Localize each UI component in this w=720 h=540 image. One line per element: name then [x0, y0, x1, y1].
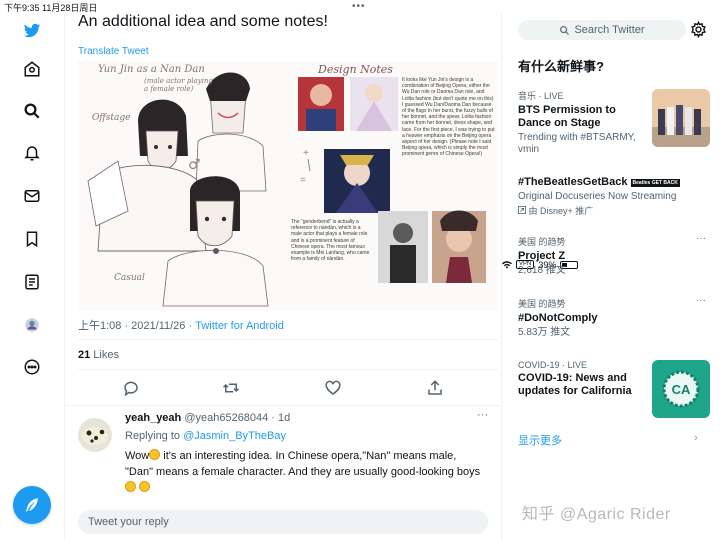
- feather-quill-icon: [26, 498, 38, 512]
- reply-text: Wow it's an interesting idea. In Chinese…: [125, 448, 485, 496]
- chevron-right-icon: ›: [694, 432, 698, 444]
- svg-text:=: =: [300, 175, 306, 186]
- share-icon[interactable]: [426, 379, 444, 397]
- reply-more-options-icon[interactable]: ···: [477, 409, 488, 421]
- notifications-bell-icon[interactable]: [20, 141, 44, 165]
- home-icon[interactable]: [20, 57, 44, 81]
- search-icon: [560, 25, 570, 35]
- reply-display-name[interactable]: yeah_yeah: [125, 412, 181, 424]
- tweet-detail-column: An additional idea and some notes! Trans…: [65, 13, 502, 540]
- trend-item[interactable]: 音乐 · LIVE BTS Permission to Dance on Sta…: [518, 89, 710, 156]
- svg-text:+: +: [303, 148, 309, 159]
- reply-avatar[interactable]: [78, 418, 112, 452]
- trend-item[interactable]: 美国 的趋势 ··· Project Z 2,618 推文: [518, 233, 710, 277]
- search-placeholder: Search Twitter: [574, 24, 645, 36]
- trend-topic-text: #TheBeatlesGetBack: [518, 176, 628, 188]
- trend-topic: Project Z: [518, 250, 566, 262]
- reply-handle-time: @yeah65268044 · 1d: [181, 412, 291, 424]
- bookmarks-icon[interactable]: [20, 227, 44, 251]
- tweet-media-image[interactable]: ♂ + = Yun Jin as a Nan Dan (male actor p…: [78, 61, 498, 311]
- trend-tweet-count: 5.83万 推文: [518, 327, 571, 338]
- trend-topic: #TheBeatlesGetBack Beatles GET BACK: [518, 176, 710, 189]
- tweet-text: An additional idea and some notes!: [78, 13, 328, 30]
- reply-icon[interactable]: [122, 379, 140, 397]
- svg-text:♂: ♂: [188, 157, 201, 173]
- trend-topic: BTS Permission to Dance on Stage: [518, 104, 616, 129]
- tweet-reply-composer[interactable]: Tweet your reply: [78, 510, 488, 534]
- divider: [78, 369, 498, 370]
- trend-topic: #DoNotComply: [518, 312, 598, 324]
- design-note-genderbend-text: The "genderbend" is actually a reference…: [291, 219, 370, 263]
- trend-meta: 美国 的趋势: [518, 237, 566, 247]
- tweet-timestamp: 上午1:08 · 2021/11/26 · Twitter for Androi…: [78, 317, 284, 333]
- search-twitter-input[interactable]: Search Twitter: [518, 20, 686, 40]
- promoted-icon: [518, 206, 526, 214]
- trend-topic: COVID-19: News and updates for Californi…: [518, 372, 632, 397]
- multitask-dots[interactable]: •••: [352, 1, 366, 12]
- compose-tweet-button[interactable]: [13, 486, 51, 524]
- reply-tweet[interactable]: yeah_yeah @yeah65268044 · 1d ··· Replyin…: [65, 408, 501, 503]
- zhihu-watermark: 知乎 @Agaric Rider: [522, 506, 671, 523]
- whats-happening-title: 有什么新鲜事?: [518, 59, 604, 74]
- promoted-trend-item[interactable]: #TheBeatlesGetBack Beatles GET BACK Orig…: [518, 174, 710, 217]
- trend-more-options-icon[interactable]: ···: [696, 233, 706, 244]
- trend-more-options-icon[interactable]: ···: [696, 295, 706, 306]
- messages-envelope-icon[interactable]: [20, 184, 44, 208]
- trend-thumbnail: [652, 89, 710, 147]
- twitter-logo-icon[interactable]: [20, 19, 44, 43]
- lists-icon[interactable]: [20, 270, 44, 294]
- reply-header: yeah_yeah @yeah65268044 · 1d: [125, 412, 290, 424]
- trend-tweet-count: 2,618 推文: [518, 265, 566, 276]
- handwriting-offstage: Offstage: [92, 113, 131, 123]
- replying-to: Replying to @Jasmin_ByTheBay: [125, 430, 286, 442]
- trend-item[interactable]: 美国 的趋势 ··· #DoNotComply 5.83万 推文: [518, 295, 710, 339]
- like-heart-icon[interactable]: [324, 379, 342, 397]
- trend-description: Original Docuseries Now Streaming: [518, 191, 677, 202]
- replying-to-handle[interactable]: @Jasmin_ByTheBay: [183, 430, 286, 442]
- trend-meta: 美国 的趋势: [518, 299, 566, 309]
- promoted-by: 由 Disney+ 推广: [518, 205, 710, 217]
- right-sidebar: Search Twitter 有什么新鲜事? 音乐 · LIVE BTS Per…: [502, 13, 720, 540]
- translate-tweet-link[interactable]: Translate Tweet: [78, 46, 149, 57]
- settings-gear-icon[interactable]: [690, 21, 707, 38]
- explore-search-icon[interactable]: [20, 99, 44, 123]
- profile-avatar[interactable]: [20, 313, 44, 337]
- status-bar: 下午9:35 11月28日周日 ••• VPN 39%: [0, 0, 720, 270]
- sweat-smile-emoji-icon: [125, 481, 136, 492]
- left-nav: [0, 13, 65, 540]
- reply-text-start: Wow: [125, 450, 150, 462]
- likes-label: Likes: [90, 349, 119, 361]
- tweet-action-bar: [78, 375, 498, 401]
- likes-number: 21: [78, 349, 91, 361]
- more-options-icon[interactable]: [20, 355, 44, 379]
- trend-item[interactable]: COVID-19 · LIVE COVID-19: News and updat…: [518, 360, 710, 418]
- relieved-emoji-icon: [139, 481, 151, 492]
- reply-text-rest: it's an interesting idea. In Chinese ope…: [125, 450, 481, 478]
- trend-context: Trending with #BTSARMY, vmin: [518, 132, 636, 155]
- ca-seal-thumbnail: CA: [652, 360, 710, 418]
- design-note-right-text: It looks like Yun Jin's design is a comb…: [402, 77, 495, 158]
- likes-count-link[interactable]: 21 Likes: [78, 349, 119, 361]
- design-notes-title: Design Notes: [318, 63, 393, 76]
- tweet-time: 上午1:08 · 2021/11/26 ·: [78, 320, 196, 332]
- tweet-client-link[interactable]: Twitter for Android: [195, 320, 284, 332]
- divider: [78, 339, 498, 340]
- beatles-get-back-badge: Beatles GET BACK: [630, 179, 680, 187]
- handwriting-yunjin-nandan: Yun Jin as a Nan Dan: [98, 64, 205, 75]
- handwriting-casual: Casual: [114, 273, 145, 283]
- replying-to-label: Replying to: [125, 430, 184, 442]
- show-more-link[interactable]: 显示更多: [518, 432, 562, 448]
- sweat-smile-emoji-icon: [149, 449, 161, 460]
- promoted-by-label: 由 Disney+ 推广: [528, 206, 594, 216]
- handwriting-male-actor-note: (male actor playing a female role): [144, 77, 213, 93]
- retweet-icon[interactable]: [222, 379, 240, 397]
- ca-seal-letters: CA: [672, 382, 691, 397]
- divider: [65, 405, 501, 406]
